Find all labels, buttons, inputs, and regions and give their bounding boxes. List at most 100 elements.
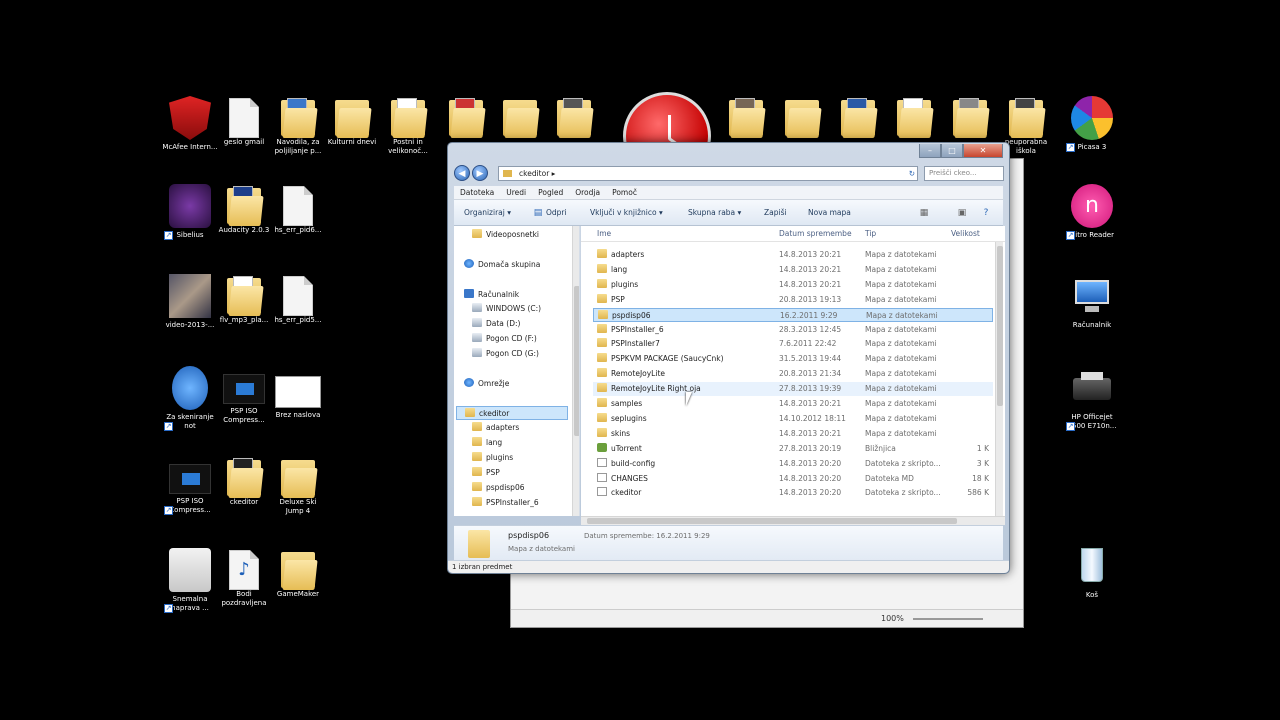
ski-jump-folder[interactable]: Deluxe Ski Jump 4 xyxy=(270,456,326,516)
file-row[interactable]: RemoteJoyLite 20.8.2013 21:34 Mapa z datot… xyxy=(593,367,993,381)
file-row[interactable]: CHANGES 14.8.2013 20:20 Datoteka MD 18 K xyxy=(593,472,993,486)
file-row[interactable]: PSPKVM PACKAGE (SaucyCnk) 31.5.2013 19:44… xyxy=(593,352,993,366)
file-row[interactable]: adapters 14.8.2013 20:21 Mapa z datotekami xyxy=(593,248,993,262)
postni-folder[interactable]: Postni in velikonoč... xyxy=(380,96,436,156)
printer-shortcut[interactable]: ↗ HP Officejet 6500 E710n... xyxy=(1064,366,1120,431)
column-type[interactable]: Tip xyxy=(865,226,876,242)
file-row[interactable]: plugins 14.8.2013 20:21 Mapa z datotekami xyxy=(593,278,993,292)
navigation-scrollbar[interactable] xyxy=(572,226,579,516)
tree-item-drive-c[interactable]: WINDOWS (C:) xyxy=(472,302,541,316)
file-row[interactable]: ckeditor 14.8.2013 20:20 Datoteka z skript… xyxy=(593,486,993,500)
new-folder-button[interactable]: Nova mapa xyxy=(808,200,851,226)
search-input[interactable]: Preišči ckeo... xyxy=(924,166,1004,181)
folder-top-1[interactable] xyxy=(438,96,494,138)
geslo-gmail-file[interactable]: geslo gmail xyxy=(216,96,272,147)
forward-button[interactable]: ▶ xyxy=(472,165,488,181)
scanner-shortcut[interactable]: ↗ Za skeniranje not xyxy=(162,366,218,431)
file-row[interactable]: PSP 20.8.2013 19:13 Mapa z datotekami xyxy=(593,293,993,307)
refresh-icon[interactable]: ↻ xyxy=(909,167,915,180)
file-name: pspdisp06 xyxy=(598,309,778,323)
video-file[interactable]: video-2013-... xyxy=(162,274,218,330)
minimize-button[interactable]: – xyxy=(919,144,941,158)
flv-mp3-folder[interactable]: flv_mp3_pla... xyxy=(216,274,272,325)
gamemaker-folder[interactable]: GameMaker xyxy=(270,548,326,599)
folder-top-8[interactable] xyxy=(942,96,998,138)
file-row[interactable]: lang 14.8.2013 20:21 Mapa z datotekami xyxy=(593,263,993,277)
file-row[interactable]: skins 14.8.2013 20:21 Mapa z datotekami xyxy=(593,427,993,441)
tree-item-videos[interactable]: Videoposnetki xyxy=(472,228,539,242)
menu-help[interactable]: Pomoč xyxy=(606,186,643,200)
burn-button[interactable]: Zapiši xyxy=(764,200,787,226)
recorder-shortcut[interactable]: ↗ Snemalna naprava ... xyxy=(162,548,218,613)
column-date[interactable]: Datum spremembe xyxy=(779,226,852,242)
menu-file[interactable]: Datoteka xyxy=(454,186,500,200)
hs-err-file-1[interactable]: hs_err_pid6... xyxy=(270,184,326,235)
menu-tools[interactable]: Orodja xyxy=(569,186,606,200)
drive-icon xyxy=(472,303,482,312)
share-button[interactable]: Skupna raba ▾ xyxy=(688,200,741,226)
tree-item-pspinstaller6[interactable]: PSPInstaller_6 xyxy=(472,496,539,510)
picasa-shortcut[interactable]: ↗ Picasa 3 xyxy=(1064,96,1120,152)
kulturni-dnevi-folder[interactable]: Kulturni dnevi xyxy=(324,96,380,147)
column-size[interactable]: Velikost xyxy=(951,226,980,242)
file-row[interactable]: seplugins 14.10.2012 18:11 Mapa z datoteka… xyxy=(593,412,993,426)
folder-top-2[interactable] xyxy=(492,96,548,138)
back-button[interactable]: ◀ xyxy=(454,165,470,181)
hs-err-file-2[interactable]: hs_err_pid5... xyxy=(270,274,326,325)
view-options-icon[interactable]: ▦ xyxy=(918,207,930,219)
column-name[interactable]: Ime xyxy=(597,226,611,242)
folder-top-5[interactable] xyxy=(774,96,830,138)
include-library-button[interactable]: Vključi v knjižnico ▾ xyxy=(590,200,663,226)
tree-item-pspdisp06[interactable]: pspdisp06 xyxy=(472,481,525,495)
nitro-reader-shortcut[interactable]: n ↗ Nitro Reader xyxy=(1064,184,1120,240)
breadcrumb-current[interactable]: ckeditor xyxy=(519,169,549,178)
psp-iso-shortcut-2[interactable]: ↗ PSP ISO Compress... xyxy=(162,456,218,515)
open-button[interactable]: Odpri xyxy=(546,200,567,226)
bodi-pozdravljena-mp3[interactable]: ♪ Bodi pozdravljena xyxy=(216,548,272,608)
audacity-folder[interactable]: Audacity 2.0.3 xyxy=(216,184,272,235)
file-list-scrollbar[interactable] xyxy=(995,242,1003,516)
maximize-button[interactable]: □ xyxy=(941,144,963,158)
ckeditor-desktop-folder[interactable]: ckeditor xyxy=(216,456,272,507)
help-icon[interactable]: ? xyxy=(980,207,992,219)
menu-view[interactable]: Pogled xyxy=(532,186,569,200)
file-row[interactable]: PSPInstaller7 7.6.2011 22:42 Mapa z datote… xyxy=(593,337,993,351)
breadcrumb-arrow-icon[interactable]: ▸ xyxy=(549,169,556,178)
tree-item-drive-f[interactable]: Pogon CD (F:) xyxy=(472,332,537,346)
tree-item-drive-d[interactable]: Data (D:) xyxy=(472,317,520,331)
tree-item-computer[interactable]: Računalnik xyxy=(464,288,519,302)
computer-shortcut[interactable]: Računalnik xyxy=(1064,274,1120,330)
explorer-window[interactable]: – □ ✕ ◀ ▶ ckeditor ▸ ↻ Preišči ckeo... Dat… xyxy=(447,142,1010,574)
tree-item-network[interactable]: Omrežje xyxy=(464,377,509,391)
tree-item-adapters[interactable]: adapters xyxy=(472,421,519,435)
preview-pane-icon[interactable]: ▣ xyxy=(956,207,968,219)
file-row[interactable]: build-config 14.8.2013 20:20 Datoteka z sk… xyxy=(593,457,993,471)
folder-top-4[interactable] xyxy=(718,96,774,138)
folder-top-3[interactable] xyxy=(546,96,602,138)
organize-button[interactable]: Organiziraj ▾ xyxy=(464,200,511,226)
file-row[interactable]: samples 14.8.2013 20:21 Mapa z datotekami xyxy=(593,397,993,411)
close-button[interactable]: ✕ xyxy=(963,144,1003,158)
file-row[interactable]: RemoteJoyLite Right oja 27.8.2013 19:39 Ma… xyxy=(593,382,993,397)
file-row[interactable]: PSPInstaller_6 28.3.2013 12:45 Mapa z dato… xyxy=(593,323,993,337)
recycle-bin[interactable]: Koš xyxy=(1064,544,1120,600)
tree-item-lang[interactable]: lang xyxy=(472,436,502,450)
tree-item-plugins[interactable]: plugins xyxy=(472,451,513,465)
brez-naslova-image[interactable]: Brez naslova xyxy=(270,366,326,420)
zoom-slider[interactable] xyxy=(913,618,983,620)
tree-item-drive-g[interactable]: Pogon CD (G:) xyxy=(472,347,539,361)
file-row[interactable]: pspdisp06 16.2.2011 9:29 Mapa z datotekami xyxy=(593,307,993,323)
mcafee-shortcut[interactable]: McAfee Intern... xyxy=(162,96,218,152)
tree-item-ckeditor[interactable]: ckeditor xyxy=(456,406,568,420)
file-row[interactable]: uTorrent 27.8.2013 20:19 Bližnjica 1 K xyxy=(593,442,993,456)
horizontal-scrollbar[interactable] xyxy=(581,516,1005,525)
folder-top-7[interactable] xyxy=(886,96,942,138)
tree-item-psp[interactable]: PSP xyxy=(472,466,500,480)
address-bar[interactable]: ckeditor ▸ ↻ xyxy=(498,166,918,181)
navodila-folder[interactable]: Navodila, za poljiljanje p... xyxy=(270,96,326,156)
folder-top-6[interactable] xyxy=(830,96,886,138)
menu-edit[interactable]: Uredi xyxy=(500,186,532,200)
psp-iso-shortcut-1[interactable]: PSP ISO Compress... xyxy=(216,366,272,425)
tree-item-homegroup[interactable]: Domača skupina xyxy=(464,258,540,272)
sibelius-shortcut[interactable]: ↗ Sibelius xyxy=(162,184,218,240)
